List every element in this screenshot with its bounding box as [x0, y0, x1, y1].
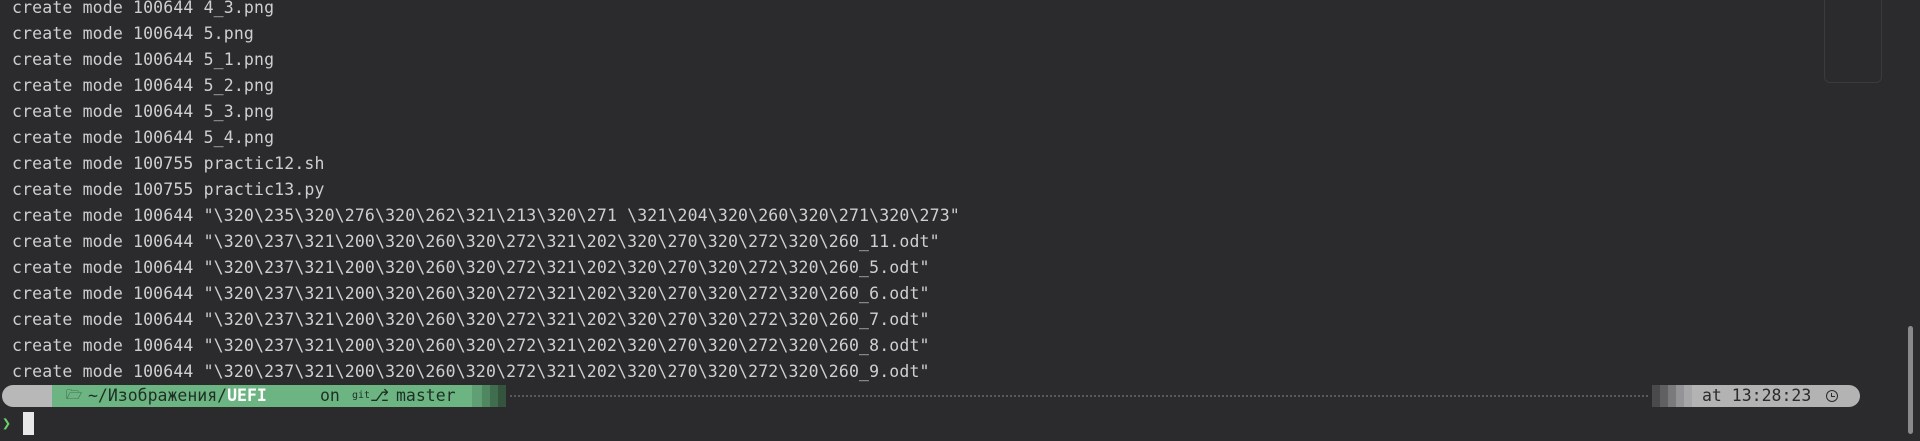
output-line: create mode 100644 4_3.png [12, 0, 275, 17]
output-line: create mode 100755 practic13.py [12, 180, 325, 199]
git-icon: git [352, 390, 371, 401]
time-segment: at 13:28:23 [1692, 385, 1860, 407]
text-cursor[interactable] [23, 412, 34, 435]
output-line: create mode 100644 5_1.png [12, 50, 275, 69]
output-line: create mode 100644 "\320\237\321\200\320… [12, 310, 930, 329]
git-branch-name: master [396, 386, 456, 405]
current-path: ~/Изображения/UEFI [88, 385, 267, 407]
output-line: create mode 100644 5_2.png [12, 76, 275, 95]
output-line: create mode 100644 "\320\237\321\200\320… [12, 362, 930, 381]
output-line: create mode 100644 "\320\237\321\200\320… [12, 258, 930, 277]
prompt-chevron-icon: ❯ [2, 414, 12, 432]
git-on-label: on [320, 386, 340, 405]
segment-fade [1676, 385, 1684, 407]
output-line: create mode 100755 practic12.sh [12, 154, 325, 173]
terminal-output: create mode 100644 4_3.png create mode 1… [12, 0, 960, 385]
command-input-row[interactable]: ❯ [0, 410, 1900, 436]
segment-fade [498, 385, 506, 407]
output-line: create mode 100644 5.png [12, 24, 255, 43]
segment-fade [1684, 385, 1692, 407]
scrollbar[interactable] [1906, 0, 1916, 441]
output-line: create mode 100644 "\320\237\321\200\320… [12, 336, 930, 355]
overlay-panel-outline [1824, 0, 1882, 83]
branch-icon: ⎇ [370, 386, 390, 405]
segment-fade [1660, 385, 1668, 407]
segment-fade [1652, 385, 1660, 407]
directory-segment: 🗁 ~/Изображения/UEFI on git ⎇ master [52, 385, 472, 407]
output-line: create mode 100644 "\320\237\321\200\320… [12, 284, 930, 303]
scrollbar-thumb[interactable] [1908, 326, 1913, 434]
segment-fade [1668, 385, 1676, 407]
segment-fade [472, 385, 482, 407]
terminal-window[interactable]: create mode 100644 4_3.png create mode 1… [0, 0, 1920, 441]
clock-icon [1826, 390, 1838, 402]
output-line: create mode 100644 5_4.png [12, 128, 275, 147]
path-prefix: ~/Изображения/ [88, 386, 228, 405]
path-current-dir: UEFI [227, 386, 267, 405]
prompt-time: at 13:28:23 [1702, 386, 1812, 405]
folder-icon: 🗁 [66, 388, 83, 403]
segment-fade [482, 385, 490, 407]
powerline-prompt: 🗁 ~/Изображения/UEFI on git ⎇ master at … [0, 385, 1862, 423]
prompt-filler-dots [510, 395, 1648, 397]
segment-fade [490, 385, 498, 407]
os-segment [2, 385, 64, 423]
output-line: create mode 100644 5_3.png [12, 102, 275, 121]
output-line: create mode 100644 "\320\235\320\276\320… [12, 206, 960, 225]
output-line: create mode 100644 "\320\237\321\200\320… [12, 232, 940, 251]
